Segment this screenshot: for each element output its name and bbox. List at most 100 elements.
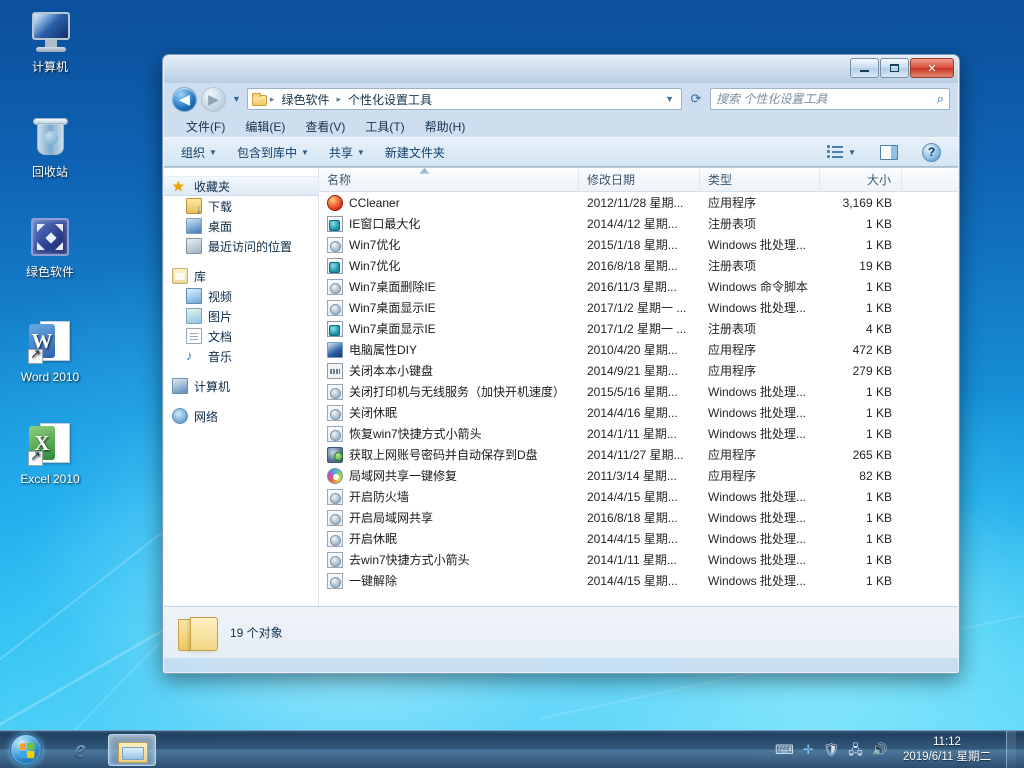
file-name-cell[interactable]: 关闭打印机与无线服务（加快开机速度） — [319, 383, 579, 400]
start-button[interactable] — [0, 732, 52, 768]
desktop-icon-green-software[interactable]: 绿色软件 — [10, 213, 90, 279]
table-row[interactable]: Win7桌面删除IE 2016/11/3 星期... Windows 命令脚本 1 K… — [319, 276, 958, 297]
breadcrumb-separator[interactable]: ▸ — [270, 94, 275, 105]
maximize-button[interactable] — [880, 58, 909, 78]
breadcrumb-item-1[interactable]: 绿色软件 — [277, 90, 333, 109]
new-folder-button[interactable]: 新建文件夹 — [376, 141, 454, 164]
window-title-bar[interactable]: ✕ — [164, 56, 958, 83]
table-row[interactable]: 恢复win7快捷方式小箭头 2014/1/11 星期... Windows 批处理.… — [319, 423, 958, 444]
table-row[interactable]: 局域网共享一键修复 2011/3/14 星期... 应用程序 82 KB — [319, 465, 958, 486]
table-row[interactable]: 开启防火墙 2014/4/15 星期... Windows 批处理... 1 KB — [319, 486, 958, 507]
back-button[interactable]: ◀ — [172, 86, 197, 112]
desktop-icon-word[interactable]: W Word 2010 — [10, 318, 90, 384]
breadcrumb-separator[interactable]: ▸ — [336, 94, 341, 105]
menu-view[interactable]: 查看(V) — [295, 116, 355, 137]
search-input[interactable] — [716, 92, 937, 106]
table-row[interactable]: Win7桌面显示IE 2017/1/2 星期一 ... 注册表项 4 KB — [319, 318, 958, 339]
sidebar-item-videos[interactable]: 视频 — [164, 286, 318, 306]
preview-pane-button[interactable] — [871, 142, 907, 163]
show-desktop-button[interactable] — [1006, 730, 1016, 768]
table-row[interactable]: Win7桌面显示IE 2017/1/2 星期一 ... Windows 批处理...… — [319, 297, 958, 318]
table-row[interactable]: 关闭本本小键盘 2014/9/21 星期... 应用程序 279 KB — [319, 360, 958, 381]
file-name-cell[interactable]: 局域网共享一键修复 — [319, 467, 579, 484]
refresh-button[interactable]: ⟳ — [686, 89, 706, 109]
file-name-cell[interactable]: 去win7快捷方式小箭头 — [319, 551, 579, 568]
file-name-cell[interactable]: 关闭本本小键盘 — [319, 362, 579, 379]
include-in-library-button[interactable]: 包含到库中 ▼ — [228, 141, 318, 164]
menu-edit[interactable]: 编辑(E) — [235, 116, 295, 137]
table-row[interactable]: 开启休眠 2014/4/15 星期... Windows 批处理... 1 KB — [319, 528, 958, 549]
sidebar-item-favorites[interactable]: ★ 收藏夹 — [164, 176, 318, 196]
explorer-window[interactable]: ✕ ◀ ▶ ▼ ▸ 绿色软件 ▸ 个性化设置工具 ▼ ⟳ ⌕ 文件(F) 编 — [162, 54, 960, 674]
taskbar-button-windows-explorer[interactable] — [108, 733, 156, 766]
search-box[interactable]: ⌕ — [710, 88, 950, 110]
file-name-cell[interactable]: CCleaner — [319, 194, 579, 211]
keyboard-layout-icon[interactable]: ⌨ — [775, 743, 794, 756]
desktop-icon-recycle-bin[interactable]: 回收站 — [10, 113, 90, 179]
table-row[interactable]: Win7优化 2016/8/18 星期... 注册表项 19 KB — [319, 255, 958, 276]
file-list-view[interactable]: 名称 修改日期 类型 大小 CCleaner 2012/11/28 星期... 应用… — [319, 168, 958, 606]
volume-icon[interactable]: 🔊 — [872, 743, 888, 756]
file-name-cell[interactable]: 电脑属性DIY — [319, 341, 579, 358]
forward-button[interactable]: ▶ — [201, 86, 226, 112]
sidebar-item-pictures[interactable]: 图片 — [164, 306, 318, 326]
sidebar-item-downloads[interactable]: 下载 — [164, 196, 318, 216]
file-name-cell[interactable]: Win7桌面显示IE — [319, 320, 579, 337]
file-name-cell[interactable]: Win7优化 — [319, 236, 579, 253]
address-bar[interactable]: ▸ 绿色软件 ▸ 个性化设置工具 ▼ — [246, 88, 682, 110]
file-name-cell[interactable]: 获取上网账号密码并自动保存到D盘 — [319, 446, 579, 463]
minimize-button[interactable] — [850, 58, 879, 78]
close-button[interactable]: ✕ — [910, 58, 954, 78]
sidebar-item-network[interactable]: 网络 — [164, 406, 318, 426]
sidebar-item-desktop[interactable]: 桌面 — [164, 216, 318, 236]
sidebar-item-recent-places[interactable]: 最近访问的位置 — [164, 236, 318, 256]
bluetooth-icon[interactable]: ✛ — [803, 743, 814, 756]
sidebar-item-music[interactable]: ♪ 音乐 — [164, 346, 318, 366]
file-name-cell[interactable]: 开启局域网共享 — [319, 509, 579, 526]
column-header-size[interactable]: 大小 — [820, 168, 902, 191]
file-name-cell[interactable]: Win7桌面显示IE — [319, 299, 579, 316]
menu-help[interactable]: 帮助(H) — [415, 116, 476, 137]
file-name-cell[interactable]: Win7桌面删除IE — [319, 278, 579, 295]
table-row[interactable]: CCleaner 2012/11/28 星期... 应用程序 3,169 KB — [319, 192, 958, 213]
sidebar-item-documents[interactable]: 文档 — [164, 326, 318, 346]
file-name-cell[interactable]: 恢复win7快捷方式小箭头 — [319, 425, 579, 442]
column-header-type[interactable]: 类型 — [700, 168, 820, 191]
file-name-cell[interactable]: IE窗口最大化 — [319, 215, 579, 232]
sidebar-item-libraries[interactable]: 库 — [164, 266, 318, 286]
table-row[interactable]: 关闭休眠 2014/4/16 星期... Windows 批处理... 1 KB — [319, 402, 958, 423]
desktop-icon-excel[interactable]: X Excel 2010 — [10, 420, 90, 486]
table-row[interactable]: 开启局域网共享 2016/8/18 星期... Windows 批处理... 1 KB — [319, 507, 958, 528]
file-name-cell[interactable]: 开启防火墙 — [319, 488, 579, 505]
column-header-date[interactable]: 修改日期 — [579, 168, 700, 191]
file-name-cell[interactable]: 开启休眠 — [319, 530, 579, 547]
sidebar-item-computer[interactable]: 计算机 — [164, 376, 318, 396]
navigation-pane[interactable]: ★ 收藏夹 下载 桌面 最近访问的位置 — [164, 168, 319, 606]
clock[interactable]: 11:12 2019/6/11 星期二 — [897, 735, 997, 765]
address-dropdown-icon[interactable]: ▼ — [665, 94, 677, 104]
file-name-cell[interactable]: 关闭休眠 — [319, 404, 579, 421]
file-name-cell[interactable]: Win7优化 — [319, 257, 579, 274]
taskbar-button-internet-explorer[interactable]: e — [56, 734, 104, 766]
column-header-name[interactable]: 名称 — [319, 168, 579, 191]
table-row[interactable]: IE窗口最大化 2014/4/12 星期... 注册表项 1 KB — [319, 213, 958, 234]
desktop-icon-computer[interactable]: 计算机 — [10, 8, 90, 74]
taskbar[interactable]: e ⌨ ✛ 🛡 🖧 🔊 11:12 2019/6/11 星期二 — [0, 730, 1024, 768]
file-name-cell[interactable]: 一键解除 — [319, 572, 579, 589]
table-row[interactable]: 去win7快捷方式小箭头 2014/1/11 星期... Windows 批处理..… — [319, 549, 958, 570]
table-row[interactable]: 电脑属性DIY 2010/4/20 星期... 应用程序 472 KB — [319, 339, 958, 360]
table-row[interactable]: 一键解除 2014/4/15 星期... Windows 批处理... 1 KB — [319, 570, 958, 591]
share-button[interactable]: 共享 ▼ — [320, 141, 374, 164]
desktop[interactable]: 计算机 回收站 绿色软件 W Word 2010 X Excel 2010 — [0, 0, 1024, 768]
table-row[interactable]: 获取上网账号密码并自动保存到D盘 2014/11/27 星期... 应用程序 265 … — [319, 444, 958, 465]
breadcrumb-item-2[interactable]: 个性化设置工具 — [344, 90, 436, 109]
organize-button[interactable]: 组织 ▼ — [172, 141, 226, 164]
table-row[interactable]: 关闭打印机与无线服务（加快开机速度） 2015/5/16 星期... Windows… — [319, 381, 958, 402]
menu-tools[interactable]: 工具(T) — [355, 116, 414, 137]
security-icon[interactable]: 🛡 — [823, 743, 840, 756]
change-view-button[interactable]: ▼ — [818, 142, 865, 162]
menu-file[interactable]: 文件(F) — [176, 116, 235, 137]
network-icon[interactable]: 🖧 — [848, 743, 863, 756]
recent-pages-dropdown[interactable]: ▼ — [230, 94, 243, 104]
table-row[interactable]: Win7优化 2015/1/18 星期... Windows 批处理... 1 KB — [319, 234, 958, 255]
